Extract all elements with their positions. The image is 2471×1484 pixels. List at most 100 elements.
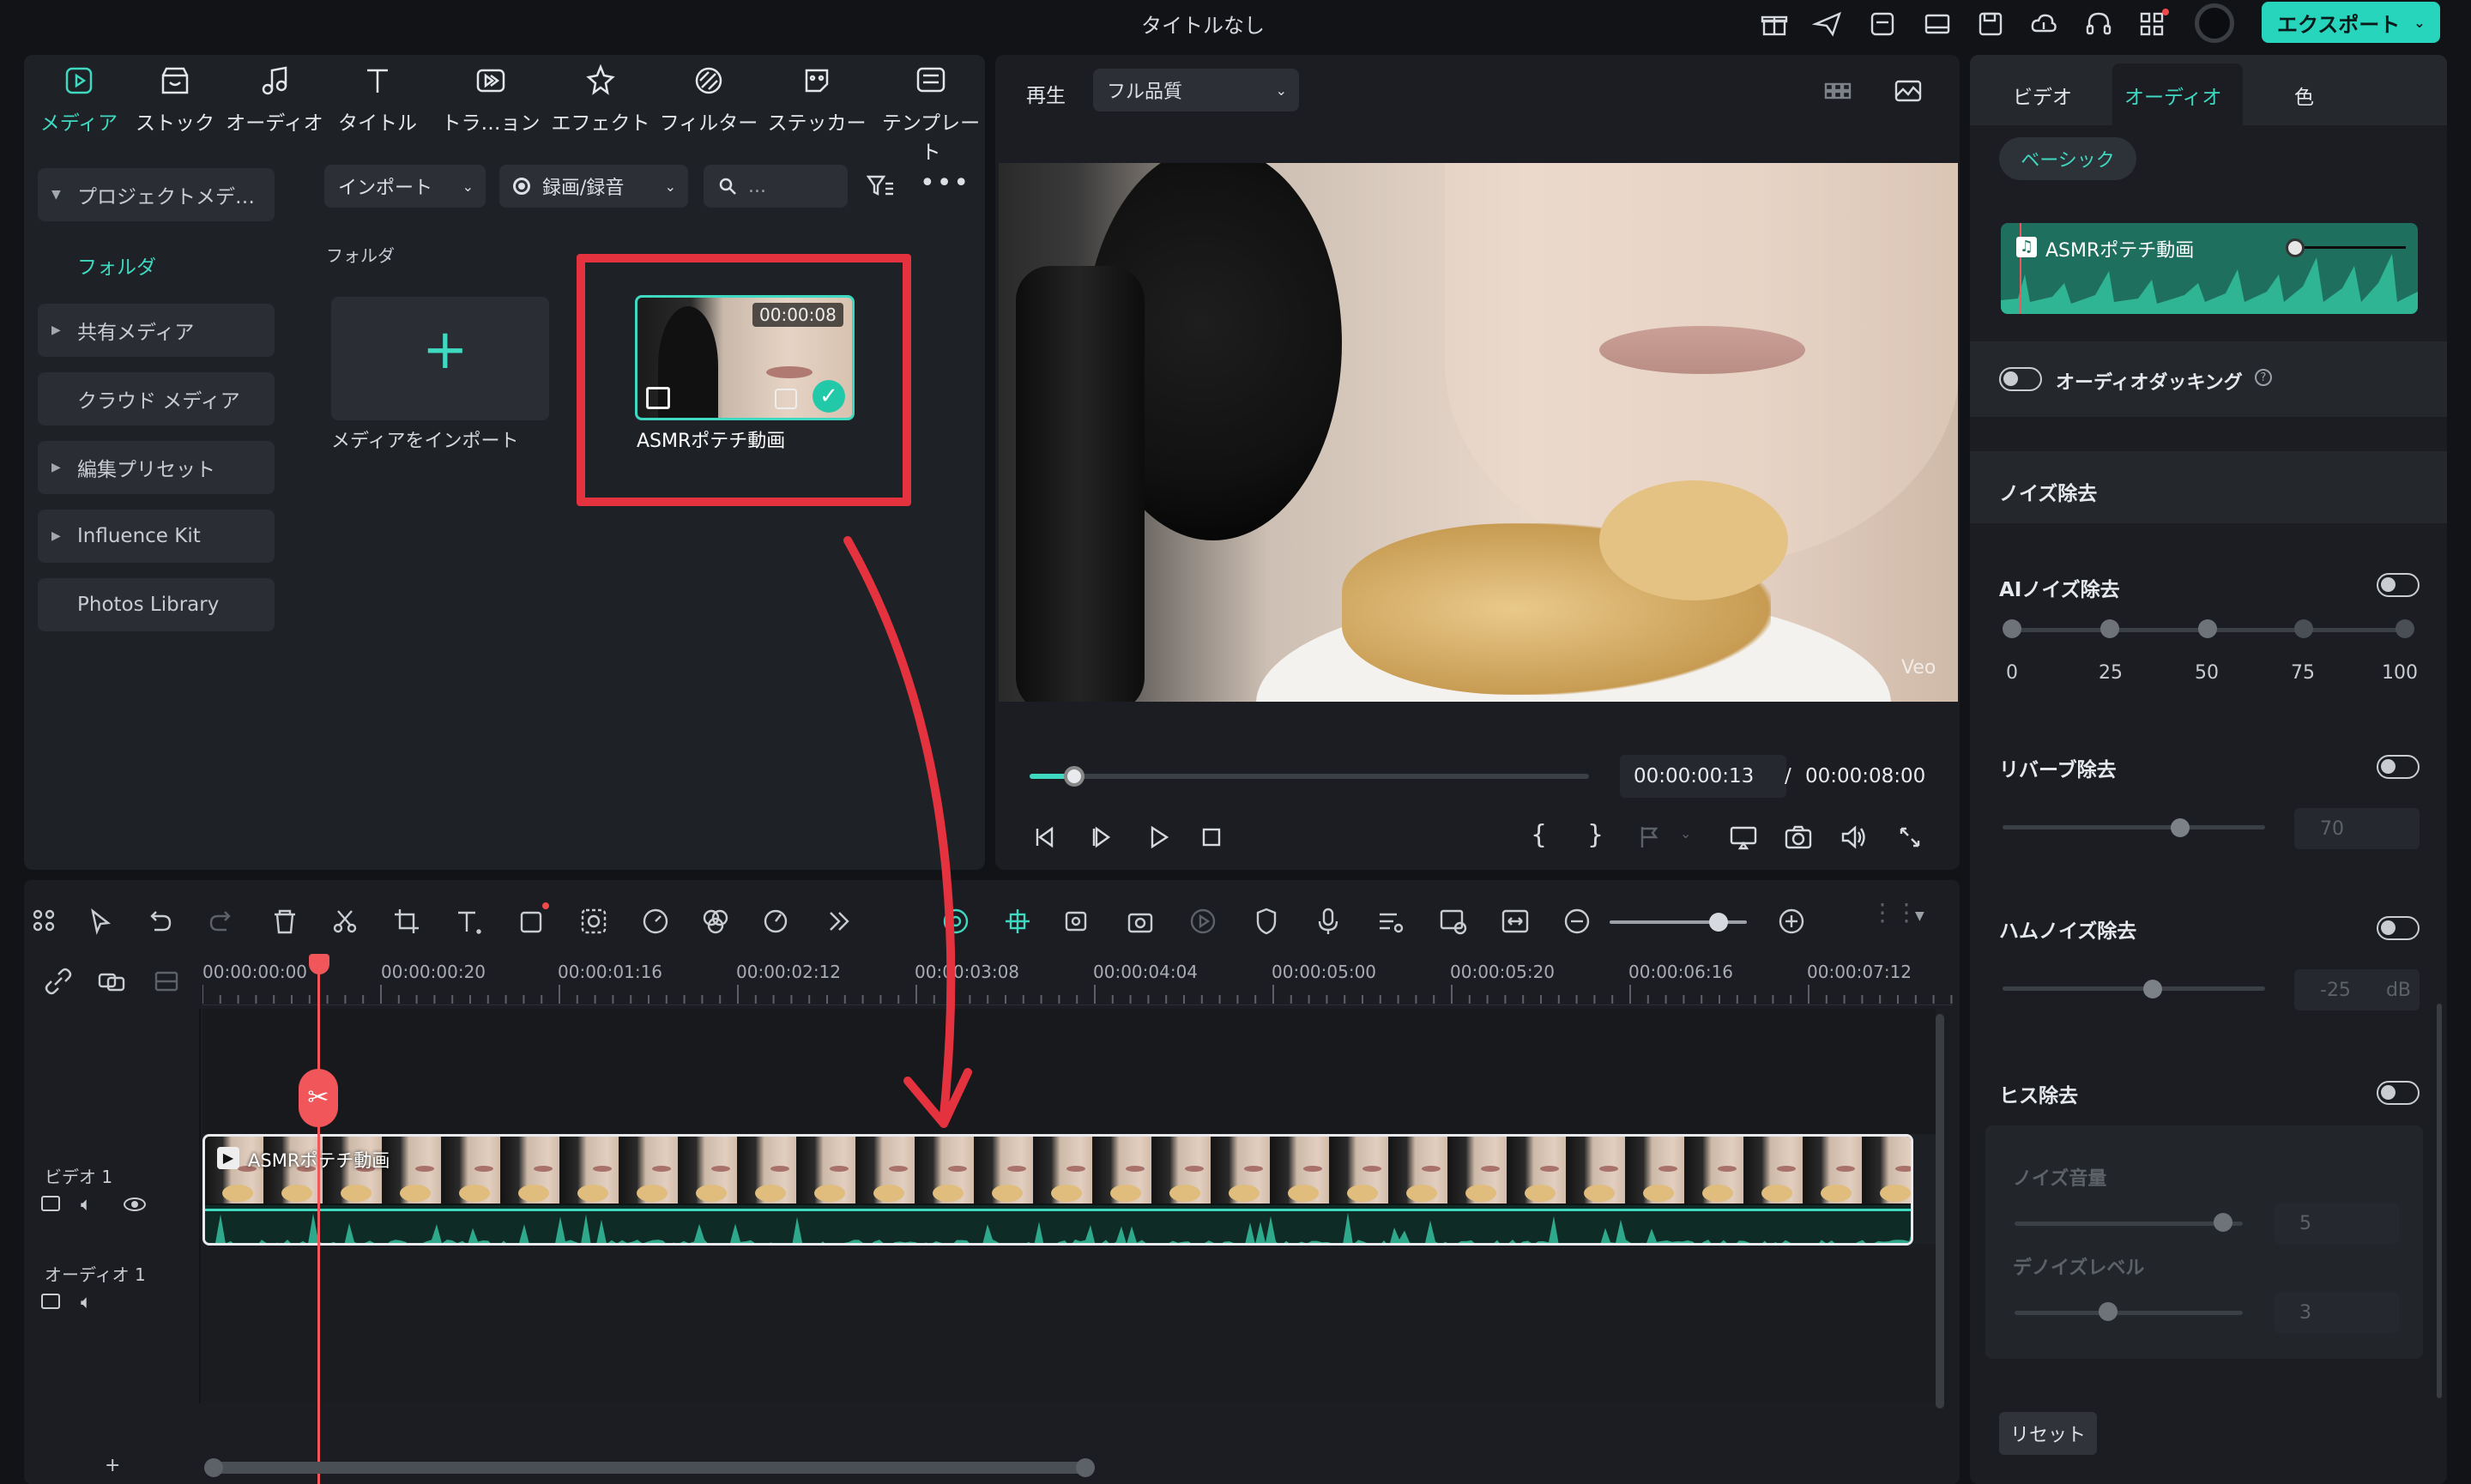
hum-knob[interactable] <box>2143 980 2162 998</box>
scroll-handle-right[interactable] <box>1076 1458 1095 1477</box>
send-icon[interactable] <box>1811 9 1843 45</box>
text-tool-icon[interactable] <box>453 906 487 940</box>
ai-noise-toggle[interactable] <box>2377 573 2420 597</box>
scroll-handle-left[interactable] <box>204 1458 223 1477</box>
hum-value-field[interactable]: -25 dB <box>2294 969 2420 1010</box>
tab-audio[interactable]: オーディオ <box>225 63 324 136</box>
speed-icon[interactable] <box>640 906 674 940</box>
tab-sticker[interactable]: ステッカー <box>767 63 867 136</box>
speaker-icon[interactable]: 🔈︎ <box>81 1194 92 1216</box>
timeline-clip[interactable]: ▶ ASMRポテチ動画 <box>202 1134 1913 1246</box>
track-layout-icon[interactable]: ⋮⋮ <box>1870 901 1918 924</box>
playhead-head[interactable] <box>309 954 329 974</box>
export-button[interactable]: エクスポート ⌄ <box>2262 2 2440 43</box>
mask-icon[interactable] <box>578 906 613 940</box>
denoise-level-slider[interactable] <box>2015 1311 2243 1315</box>
apps-grid-icon[interactable] <box>2136 9 2169 45</box>
shape-tool-icon[interactable] <box>517 902 551 940</box>
speaker-icon[interactable]: 🔈︎ <box>81 1292 92 1313</box>
volume-icon[interactable] <box>1838 822 1869 858</box>
camera-plus-icon[interactable] <box>1126 906 1160 940</box>
image-view-icon[interactable] <box>1893 75 1924 112</box>
hum-toggle[interactable] <box>2377 916 2420 940</box>
cloud-upload-icon[interactable] <box>2028 9 2059 45</box>
record-dropdown[interactable]: 録画/録音 ⌄ <box>499 165 688 208</box>
headset-icon[interactable] <box>2083 9 2114 45</box>
tab-media[interactable]: メディア <box>29 63 129 136</box>
playback-progress[interactable] <box>1030 766 1589 787</box>
snap-icon[interactable] <box>1002 906 1036 940</box>
tab-effect[interactable]: エフェクト <box>551 63 650 136</box>
tab-title[interactable]: タイトル <box>328 63 427 136</box>
reverb-slider[interactable] <box>2003 825 2265 829</box>
eye-icon[interactable] <box>124 1197 146 1211</box>
clip-icon[interactable] <box>1062 906 1097 940</box>
undo-icon[interactable] <box>144 906 178 940</box>
tab-transition[interactable]: トラ…ョン <box>441 63 541 136</box>
ai-noise-step-100[interactable] <box>2395 619 2414 638</box>
panel-scrollbar[interactable] <box>2437 1004 2442 1398</box>
video-preview[interactable]: Veo <box>999 163 1958 702</box>
lock-icon[interactable] <box>41 1196 60 1211</box>
chevron-down-icon[interactable]: ▼ <box>1915 909 1924 923</box>
tab-video[interactable]: ビデオ <box>2013 81 2072 110</box>
ai-noise-step-75[interactable] <box>2294 619 2313 638</box>
layout-grid-icon[interactable] <box>29 906 63 940</box>
zoom-knob[interactable] <box>1709 913 1728 932</box>
sidebar-item-shared-media[interactable]: ▶ 共有メディア <box>38 304 275 357</box>
audio-stretch-icon[interactable] <box>1374 906 1409 940</box>
timeline-scrollbar-h[interactable] <box>204 1458 1095 1477</box>
split-icon[interactable] <box>329 906 364 940</box>
layout-icon[interactable] <box>1922 9 1953 45</box>
noise-volume-field[interactable]: 5 <box>2274 1203 2399 1244</box>
grid-view-icon[interactable] <box>1822 75 1853 112</box>
mark-out-icon[interactable]: } <box>1587 820 1604 850</box>
template-save-icon[interactable] <box>1867 9 1898 45</box>
zoom-in-icon[interactable] <box>1776 906 1810 940</box>
reverb-value-field[interactable]: 70 <box>2294 808 2420 849</box>
play-icon[interactable] <box>1143 822 1174 858</box>
denoise-level-field[interactable]: 3 <box>2274 1292 2399 1333</box>
marker-icon[interactable] <box>1634 822 1664 858</box>
ai-tool-icon[interactable] <box>762 906 796 940</box>
more-icon[interactable]: ••• <box>920 168 970 198</box>
crop-icon[interactable] <box>391 906 426 940</box>
filter-sort-icon[interactable] <box>865 170 896 206</box>
ai-noise-step-0[interactable] <box>2003 619 2021 638</box>
next-frame-icon[interactable] <box>1086 822 1117 858</box>
sidebar-item-edit-presets[interactable]: ▶ 編集プリセット <box>38 441 275 494</box>
ducking-toggle[interactable] <box>1999 367 2042 391</box>
gift-icon[interactable] <box>1759 9 1790 45</box>
import-media-tile[interactable]: + <box>331 297 549 420</box>
sidebar-item-influence-kit[interactable]: ▶ Influence Kit <box>38 510 275 563</box>
media-clip-thumbnail[interactable]: 00:00:08 ✓ <box>635 295 855 420</box>
redo-icon[interactable] <box>206 906 240 940</box>
snapshot-icon[interactable] <box>1783 822 1814 858</box>
stop-icon[interactable] <box>1196 822 1227 858</box>
hum-slider[interactable] <box>2003 986 2265 991</box>
denoise-level-knob[interactable] <box>2099 1302 2118 1321</box>
microphone-icon[interactable] <box>1313 906 1347 940</box>
search-input[interactable]: ... <box>704 165 848 208</box>
ai-noise-step-25[interactable] <box>2100 619 2119 638</box>
mark-in-icon[interactable]: { <box>1531 820 1547 850</box>
quality-dropdown[interactable]: フル品質 ⌄ <box>1093 69 1299 112</box>
sidebar-item-folder[interactable]: フォルダ <box>77 250 156 280</box>
fit-icon[interactable] <box>1500 906 1534 940</box>
shield-icon[interactable] <box>1251 906 1285 940</box>
tab-filter[interactable]: フィルター <box>659 63 758 136</box>
timeline-scrollbar-v[interactable] <box>1936 1014 1944 1409</box>
sidebar-item-photos-library[interactable]: Photos Library <box>38 578 275 631</box>
select-tool-icon[interactable] <box>86 906 120 940</box>
group-icon[interactable] <box>96 966 130 1000</box>
help-icon[interactable]: ? <box>2255 369 2272 386</box>
lock-icon[interactable] <box>41 1294 60 1309</box>
tab-color[interactable]: 色 <box>2294 81 2314 110</box>
track-manage-icon[interactable] <box>151 966 185 1000</box>
prev-frame-icon[interactable] <box>1030 822 1060 858</box>
delete-icon[interactable] <box>269 906 304 940</box>
color-icon[interactable] <box>700 906 734 940</box>
hiss-toggle[interactable] <box>2377 1081 2420 1105</box>
progress-knob[interactable] <box>1064 766 1085 787</box>
volume-knob[interactable] <box>2286 238 2305 257</box>
